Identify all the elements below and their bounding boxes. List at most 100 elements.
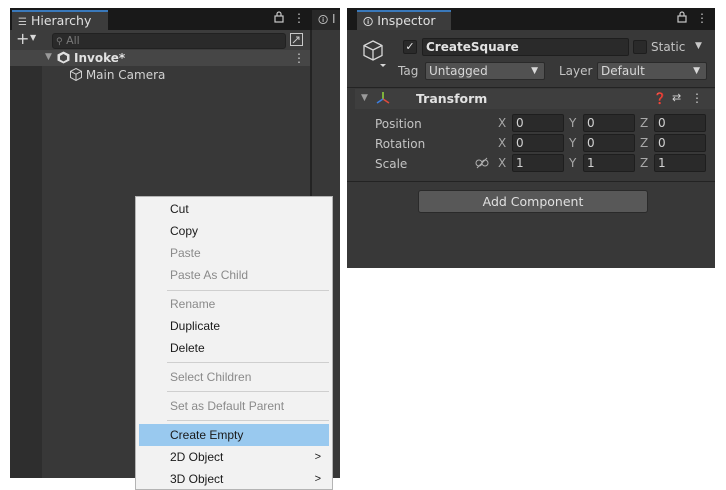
tab-inspector[interactable]: 🛈 Inspector [357, 10, 451, 30]
scale-z-field[interactable]: 1 [654, 154, 706, 172]
search-input[interactable]: ⚲ All [52, 33, 286, 49]
menu-item-3d-object[interactable]: 3D Object > [139, 468, 329, 489]
menu-item-cut[interactable]: Cut [139, 198, 329, 220]
menu-item-label: Duplicate [170, 319, 221, 333]
object-name-field[interactable]: CreateSquare [422, 38, 629, 56]
axis-label-z: Z [640, 156, 649, 170]
transform-header[interactable]: ▼ Transform ❓ ⇄ ⋮ [355, 89, 715, 109]
axis-label-y: Y [569, 136, 577, 150]
chevron-right-icon: > [314, 473, 321, 485]
gameobject-cube-icon [362, 39, 386, 72]
list-item-label: Main Camera [85, 68, 166, 82]
menu-item-label: 3D Object [170, 472, 224, 486]
transform-axes-icon [376, 91, 390, 108]
menu-item-label: Create Empty [170, 428, 244, 442]
tab-hierarchy[interactable]: ☰ Hierarchy [12, 10, 108, 30]
header-divider [347, 87, 715, 88]
chevron-right-icon: > [314, 451, 321, 463]
menu-item-label: Select Children [170, 370, 252, 384]
hierarchy-left-strip [10, 66, 42, 478]
axis-label-z: Z [640, 116, 649, 130]
scale-row: Scale X 1 Y 1 Z 1 [347, 154, 715, 174]
constrain-link-icon[interactable] [475, 157, 489, 172]
add-plus-icon[interactable]: + [16, 30, 29, 48]
active-checkbox[interactable]: ✓ [403, 40, 417, 54]
axis-label-y: Y [569, 116, 577, 130]
axis-label-y: Y [569, 156, 577, 170]
tag-dropdown[interactable]: Untagged ▼ [425, 62, 545, 80]
scene-view-toggle-icon[interactable] [290, 33, 303, 49]
expand-triangle-icon[interactable]: ▼ [45, 52, 52, 62]
menu-item-label: Delete [170, 341, 205, 355]
lock-icon[interactable] [274, 11, 284, 26]
lock-icon[interactable] [677, 11, 687, 26]
menu-item-paste: Paste [139, 242, 329, 264]
position-z-field[interactable]: 0 [654, 114, 706, 132]
menu-item-label: 2D Object [170, 450, 224, 464]
static-dropdown-icon[interactable]: ▼ [695, 41, 702, 51]
axis-label-z: Z [640, 136, 649, 150]
rotation-z-field[interactable]: 0 [654, 134, 706, 152]
scene-kebab-icon[interactable]: ⋮ [293, 50, 305, 66]
scene-row[interactable]: ▼ Invoke* ⋮ [10, 50, 310, 66]
static-checkbox[interactable] [633, 40, 647, 54]
menu-item-rename: Rename [139, 293, 329, 315]
scale-y-field[interactable]: 1 [583, 154, 635, 172]
menu-item-select-children: Select Children [139, 366, 329, 388]
tab-hierarchy-label: Hierarchy [30, 13, 92, 28]
scene-name: Invoke* [74, 51, 126, 65]
menu-separator [167, 391, 329, 392]
menu-item-create-empty[interactable]: Create Empty [139, 424, 329, 446]
scale-x-field[interactable]: 1 [512, 154, 564, 172]
menu-item-duplicate[interactable]: Duplicate [139, 315, 329, 337]
position-y-field[interactable]: 0 [583, 114, 635, 132]
fold-triangle-icon[interactable]: ▼ [361, 93, 368, 103]
chevron-down-icon: ▼ [531, 66, 538, 76]
search-icon: ⚲ [56, 37, 63, 47]
tab-inspector-label: Inspector [377, 13, 436, 28]
rotation-row: Rotation X 0 Y 0 Z 0 [347, 134, 715, 154]
list-icon: ☰ [18, 17, 27, 28]
menu-item-label: Copy [170, 224, 199, 238]
menu-item-label: Rename [170, 297, 216, 311]
dropdown-caret-icon[interactable]: ▼ [30, 33, 36, 42]
menu-item-delete[interactable]: Delete [139, 337, 329, 359]
position-row: Position X 0 Y 0 Z 0 [347, 114, 715, 134]
add-component-button[interactable]: Add Component [418, 190, 648, 213]
layer-label: Layer [559, 64, 593, 78]
kebab-menu-icon[interactable]: ⋮ [293, 11, 305, 25]
row-label: Scale [375, 157, 408, 171]
layer-dropdown[interactable]: Default ▼ [597, 62, 707, 80]
help-icon[interactable]: ❓ [653, 92, 667, 105]
menu-separator [167, 290, 329, 291]
cube-icon [70, 67, 82, 85]
position-x-field[interactable]: 0 [512, 114, 564, 132]
axis-label-x: X [498, 116, 507, 130]
menu-item-2d-object[interactable]: 2D Object > [139, 446, 329, 468]
kebab-menu-icon[interactable]: ⋮ [696, 11, 708, 25]
component-kebab-icon[interactable]: ⋮ [691, 91, 703, 105]
row-label: Rotation [375, 137, 426, 151]
rotation-x-field[interactable]: 0 [512, 134, 564, 152]
component-divider [347, 181, 715, 182]
layer-value: Default [601, 64, 645, 78]
static-label: Static [651, 40, 686, 54]
rotation-y-field[interactable]: 0 [583, 134, 635, 152]
menu-separator [167, 420, 329, 421]
component-title: Transform [416, 91, 488, 106]
menu-item-label: Paste [170, 246, 201, 260]
list-item[interactable]: Main Camera [70, 67, 165, 83]
info-icon: 🛈 [363, 17, 374, 28]
search-placeholder: All [66, 34, 80, 47]
hierarchy-toolbar: + ▼ ⚲ All [10, 30, 310, 51]
axis-label-x: X [498, 156, 507, 170]
axis-label-x: X [498, 136, 507, 150]
tag-label: Tag [398, 64, 419, 78]
tab-inspector-collapsed[interactable]: 🛈 I [312, 10, 340, 30]
chevron-down-icon: ▼ [693, 66, 700, 76]
menu-item-copy[interactable]: Copy [139, 220, 329, 242]
inspector-panel: 🛈 Inspector ⋮ ✓ CreateSquare Static ▼ Ta… [347, 8, 715, 268]
menu-separator [167, 362, 329, 363]
presets-sliders-icon[interactable]: ⇄ [672, 91, 681, 104]
tab-collapsed-label: I [332, 12, 336, 26]
